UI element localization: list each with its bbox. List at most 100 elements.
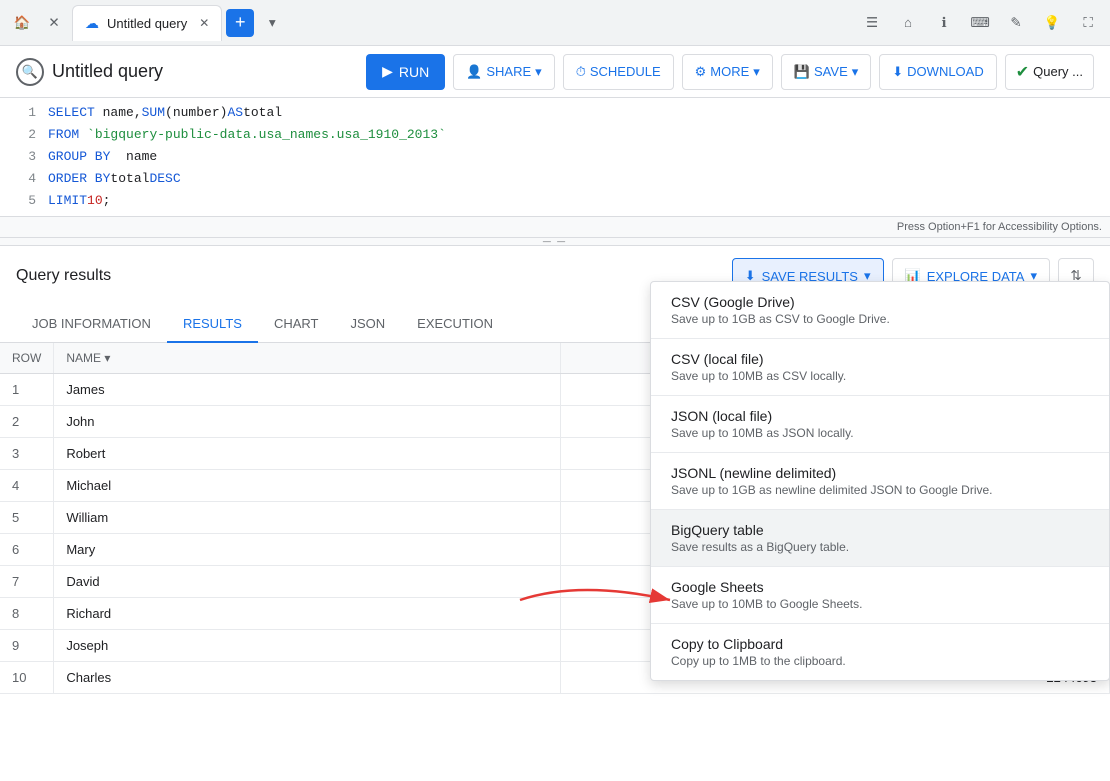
schedule-label: SCHEDULE xyxy=(590,64,661,79)
menu-item-desc: Save results as a BigQuery table. xyxy=(671,540,1089,554)
tab-cloud-icon: ☁ xyxy=(85,15,99,32)
schedule-icon: ⏱ xyxy=(576,64,586,80)
dropdown-item-4[interactable]: BigQuery table Save results as a BigQuer… xyxy=(651,510,1109,566)
cell-row-num: 2 xyxy=(0,406,54,438)
cell-name: David xyxy=(54,566,561,598)
chrome-right-icons: ☰ ⌂ ℹ ⌨ ✎ 💡 ⛶ xyxy=(858,9,1102,37)
cell-name: James xyxy=(54,374,561,406)
list-icon[interactable]: ☰ xyxy=(858,9,886,37)
tab-job-information[interactable]: JOB INFORMATION xyxy=(16,306,167,343)
share-label: SHARE xyxy=(486,64,531,79)
chrome-bar: 🏠 ✕ ☁ Untitled query ✕ + ▾ ☰ ⌂ ℹ ⌨ ✎ 💡 ⛶ xyxy=(0,0,1110,46)
cell-row-num: 3 xyxy=(0,438,54,470)
cell-row-num: 5 xyxy=(0,502,54,534)
query-status-label: ✔ Query ... xyxy=(1005,54,1094,90)
cell-name: John xyxy=(54,406,561,438)
query-title: Untitled query xyxy=(52,61,163,82)
dropdown-item-0[interactable]: CSV (Google Drive) Save up to 1GB as CSV… xyxy=(651,282,1109,338)
gear-icon: ⚙ xyxy=(695,64,707,80)
dropdown-item-5[interactable]: Google Sheets Save up to 10MB to Google … xyxy=(651,567,1109,623)
col-name[interactable]: name ▾ xyxy=(54,343,561,374)
menu-item-desc: Save up to 10MB to Google Sheets. xyxy=(671,597,1089,611)
menu-item-title: JSONL (newline delimited) xyxy=(671,465,1089,481)
dropdown-item-1[interactable]: CSV (local file) Save up to 10MB as CSV … xyxy=(651,339,1109,395)
cell-name: Mary xyxy=(54,534,561,566)
cell-row-num: 1 xyxy=(0,374,54,406)
cell-row-num: 10 xyxy=(0,662,54,694)
more-label: MORE xyxy=(710,64,749,79)
cell-row-num: 8 xyxy=(0,598,54,630)
menu-item-title: Google Sheets xyxy=(671,579,1089,595)
search-icon: 🔍 xyxy=(16,58,44,86)
save-label: SAVE xyxy=(814,64,848,79)
tab-results[interactable]: RESULTS xyxy=(167,306,258,343)
share-button[interactable]: 👤 SHARE ▾ xyxy=(453,54,555,90)
toolbar: 🔍 Untitled query ▶ RUN 👤 SHARE ▾ ⏱ SCHED… xyxy=(0,46,1110,98)
active-tab[interactable]: ☁ Untitled query ✕ xyxy=(72,5,222,41)
info-icon[interactable]: ℹ xyxy=(930,9,958,37)
cell-name: Joseph xyxy=(54,630,561,662)
dropdown-item-2[interactable]: JSON (local file) Save up to 10MB as JSO… xyxy=(651,396,1109,452)
download-icon: ⬇ xyxy=(892,64,903,80)
cell-name: Richard xyxy=(54,598,561,630)
save-results-dropdown: CSV (Google Drive) Save up to 1GB as CSV… xyxy=(650,281,1110,681)
download-label: DOWNLOAD xyxy=(907,64,984,79)
keyboard-icon[interactable]: ⌨ xyxy=(966,9,994,37)
dropdown-item-6[interactable]: Copy to Clipboard Copy up to 1MB to the … xyxy=(651,624,1109,680)
schedule-button[interactable]: ⏱ SCHEDULE xyxy=(563,54,674,90)
menu-item-title: Copy to Clipboard xyxy=(671,636,1089,652)
run-button[interactable]: ▶ RUN xyxy=(366,54,445,90)
fullscreen-icon[interactable]: ⛶ xyxy=(1074,9,1102,37)
code-line-3: 3 GROUP BY name xyxy=(0,146,1110,168)
cell-row-num: 7 xyxy=(0,566,54,598)
col-row: Row xyxy=(0,343,54,374)
code-line-5: 5 LIMIT 10; xyxy=(0,190,1110,212)
menu-item-title: JSON (local file) xyxy=(671,408,1089,424)
resize-handle[interactable]: — — xyxy=(0,238,1110,246)
home-icon[interactable]: ⌂ xyxy=(894,9,922,37)
dropdown-item-3[interactable]: JSONL (newline delimited) Save up to 1GB… xyxy=(651,453,1109,509)
query-title-area: 🔍 Untitled query xyxy=(16,58,358,86)
tab-chart[interactable]: CHART xyxy=(258,306,335,343)
more-button[interactable]: ⚙ MORE ▾ xyxy=(682,54,773,90)
cell-name: Robert xyxy=(54,438,561,470)
check-icon: ✔ xyxy=(1016,62,1029,82)
save-button[interactable]: 💾 SAVE ▾ xyxy=(781,54,871,90)
home-button[interactable]: 🏠 xyxy=(8,9,36,37)
close-tab-button[interactable]: ✕ xyxy=(40,9,68,37)
download-button[interactable]: ⬇ DOWNLOAD xyxy=(879,54,996,90)
more-tabs-button[interactable]: ▾ xyxy=(258,9,286,37)
code-line-2: 2 FROM `bigquery-public-data.usa_names.u… xyxy=(0,124,1110,146)
run-label: RUN xyxy=(399,64,429,80)
menu-item-title: CSV (local file) xyxy=(671,351,1089,367)
resize-dots-icon: — — xyxy=(543,237,567,246)
save-icon: 💾 xyxy=(794,64,810,80)
menu-item-desc: Save up to 10MB as JSON locally. xyxy=(671,426,1089,440)
bulb-icon[interactable]: 💡 xyxy=(1038,9,1066,37)
menu-item-desc: Save up to 10MB as CSV locally. xyxy=(671,369,1089,383)
share-icon: 👤 xyxy=(466,64,482,80)
query-status-text: Query ... xyxy=(1033,64,1083,79)
tab-json[interactable]: JSON xyxy=(334,306,401,343)
cell-row-num: 6 xyxy=(0,534,54,566)
more-chevron: ▾ xyxy=(753,64,760,80)
code-editor[interactable]: 1 SELECT name, SUM(number) AS total 2 FR… xyxy=(0,98,1110,217)
code-line-4: 4 ORDER BY total DESC xyxy=(0,168,1110,190)
results-title: Query results xyxy=(16,267,111,285)
tab-execution[interactable]: EXECUTION xyxy=(401,306,509,343)
menu-item-desc: Copy up to 1MB to the clipboard. xyxy=(671,654,1089,668)
tab-close-icon[interactable]: ✕ xyxy=(199,16,209,30)
tab-title: Untitled query xyxy=(107,16,187,31)
menu-item-desc: Save up to 1GB as newline delimited JSON… xyxy=(671,483,1089,497)
cell-name: Michael xyxy=(54,470,561,502)
new-tab-button[interactable]: + xyxy=(226,9,254,37)
cell-name: Charles xyxy=(54,662,561,694)
code-line-1: 1 SELECT name, SUM(number) AS total xyxy=(0,102,1110,124)
menu-item-title: BigQuery table xyxy=(671,522,1089,538)
cell-name: William xyxy=(54,502,561,534)
cell-row-num: 9 xyxy=(0,630,54,662)
share-chevron: ▾ xyxy=(535,64,542,80)
menu-item-desc: Save up to 1GB as CSV to Google Drive. xyxy=(671,312,1089,326)
edit-icon[interactable]: ✎ xyxy=(1002,9,1030,37)
run-play-icon: ▶ xyxy=(382,63,393,80)
